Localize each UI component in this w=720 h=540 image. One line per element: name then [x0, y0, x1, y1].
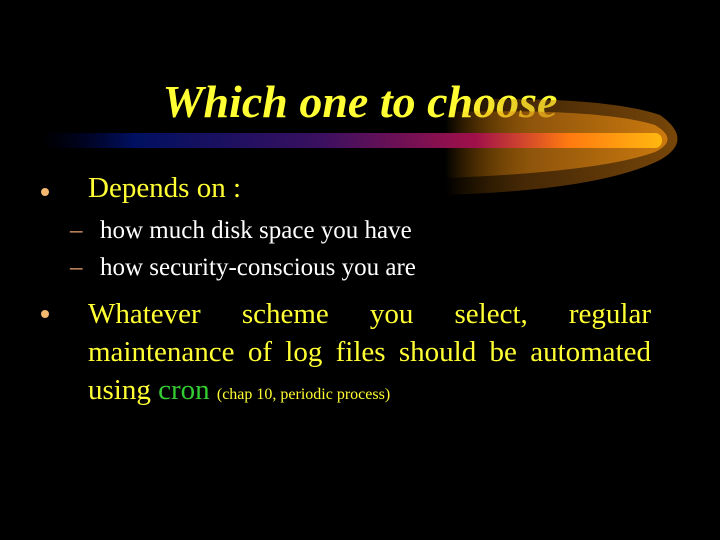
chapter-note: (chap 10, periodic process): [216, 386, 391, 403]
cron-highlight: cron: [158, 374, 210, 406]
subitem-text: how much disk space you have: [100, 217, 412, 244]
decorative-comet-beam: [40, 99, 678, 195]
subitem-text: how security-conscious you are: [100, 254, 416, 281]
beam-bar: [40, 133, 662, 148]
bullet-text: Depends on :: [88, 172, 242, 204]
dash-marker: –: [70, 254, 83, 281]
subitem: – how much disk space you have: [70, 217, 412, 245]
bullet-paragraph: Whatever scheme you select, regular main…: [88, 295, 651, 414]
dash-marker: –: [70, 217, 83, 244]
subitem: – how security-conscious you are: [70, 254, 416, 282]
bullet-dot-icon: [41, 188, 49, 196]
bullet-dot-icon: [41, 310, 49, 318]
